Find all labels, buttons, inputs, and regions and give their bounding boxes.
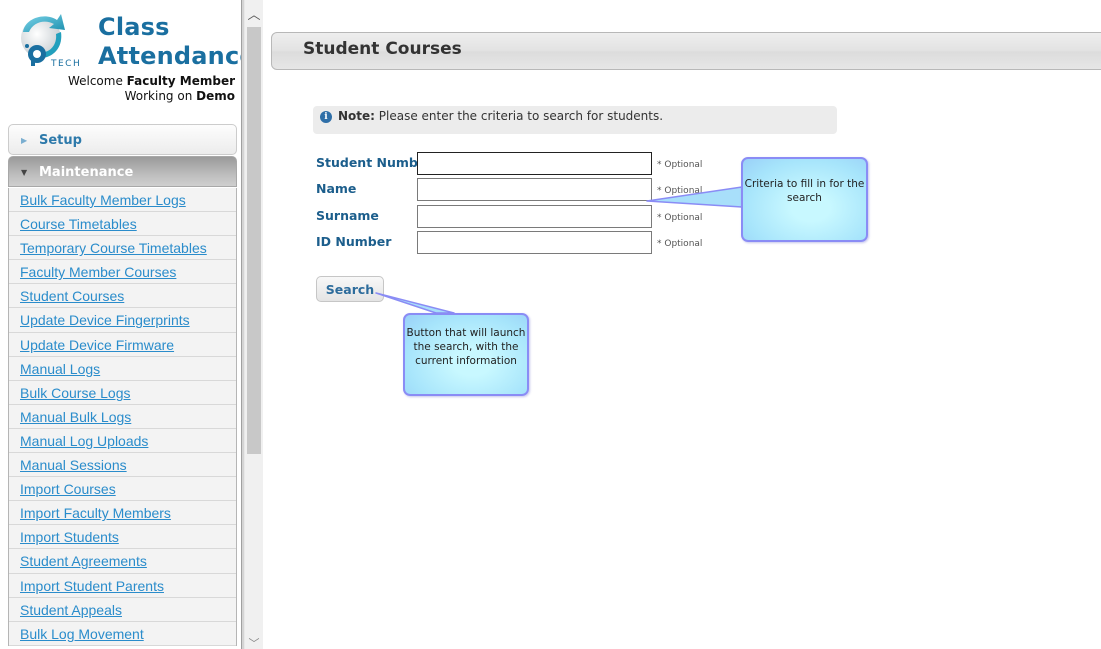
surname-input[interactable] <box>417 205 652 228</box>
scrollbar-thumb[interactable] <box>247 27 261 454</box>
menu-item: Update Device Firmware <box>9 333 236 357</box>
app-title: Class Attendance <box>98 13 243 71</box>
workspace-name: Demo <box>196 88 235 103</box>
menu-item: Faculty Member Courses <box>9 260 236 285</box>
menu-link-manual-log-uploads[interactable]: Manual Log Uploads <box>20 433 148 449</box>
surname-label: Surname <box>316 208 379 223</box>
menu-item: Bulk Log Movement <box>9 622 236 646</box>
menu-item: Import Student Parents <box>9 574 236 598</box>
id-number-input[interactable] <box>417 231 652 254</box>
menu-link-import-courses[interactable]: Import Courses <box>20 481 116 497</box>
menu-item: Manual Sessions <box>9 453 236 478</box>
note-text: Please enter the criteria to search for … <box>374 109 664 123</box>
logo-icon: TECH <box>21 14 81 69</box>
menu-section-label: Setup <box>39 133 82 148</box>
menu-item: Manual Bulk Logs <box>9 405 236 429</box>
menu-link-import-student-parents[interactable]: Import Student Parents <box>20 578 164 594</box>
student-number-input[interactable] <box>417 152 652 175</box>
menu-link-course-timetables[interactable]: Course Timetables <box>20 216 137 232</box>
form-row-surname: Surname * Optional <box>316 205 716 229</box>
menu-item: Import Courses <box>9 477 236 502</box>
page-header-bar: Student Courses <box>271 32 1101 70</box>
user-name: Faculty Member <box>126 74 235 88</box>
menu-link-update-device-firmware[interactable]: Update Device Firmware <box>20 337 174 353</box>
caret-down-icon: ▼ <box>21 168 28 177</box>
menu-item: Import Faculty Members <box>9 501 236 526</box>
page-title: Student Courses <box>303 39 462 59</box>
menu-item: Update Device Fingerprints <box>9 308 236 333</box>
note-box: i Note: Please enter the criteria to sea… <box>313 106 837 134</box>
menu-section-setup[interactable]: ▶ Setup <box>8 124 237 155</box>
menu-item: Manual Logs <box>9 357 236 381</box>
menu-item: Student Appeals <box>9 598 236 622</box>
left-navigation-frame: TECH Class Attendance Welcome Faculty Me… <box>0 0 243 649</box>
student-number-label: Student Number <box>316 155 433 170</box>
menu-link-faculty-member-courses[interactable]: Faculty Member Courses <box>20 264 176 280</box>
vertical-scrollbar[interactable]: ︿ ﹀ <box>245 0 263 649</box>
working-prefix: Working on <box>124 88 197 103</box>
menu-link-import-faculty-members[interactable]: Import Faculty Members <box>20 505 171 521</box>
name-label: Name <box>316 181 357 196</box>
menu-item: Student Courses <box>9 284 236 309</box>
button-callout-pointer <box>375 292 455 314</box>
menu-item: Manual Log Uploads <box>9 429 236 454</box>
menu-link-temporary-course-timetables[interactable]: Temporary Course Timetables <box>20 240 207 256</box>
id-number-label: ID Number <box>316 234 392 249</box>
menu-item: Bulk Faculty Member Logs <box>9 188 236 213</box>
info-icon: i <box>320 111 332 123</box>
app-title-line2: Attendance <box>98 42 243 70</box>
search-button[interactable]: Search <box>316 276 384 302</box>
menu-section-maintenance[interactable]: ▼ Maintenance <box>8 156 237 187</box>
menu-item: Bulk Course Logs <box>9 381 236 405</box>
menu-link-manual-sessions[interactable]: Manual Sessions <box>20 457 127 473</box>
criteria-callout-text: Criteria to fill in for the search <box>744 178 865 204</box>
menu-link-student-courses[interactable]: Student Courses <box>20 288 124 304</box>
optional-hint: * Optional <box>657 213 703 223</box>
form-row-student-number: Student Number * Optional <box>316 152 716 176</box>
iptech-logo: TECH <box>15 10 91 72</box>
name-input[interactable] <box>417 178 652 201</box>
menu-section-label: Maintenance <box>39 165 134 180</box>
app-title-line1: Class <box>98 13 170 41</box>
menu-link-bulk-log-movement[interactable]: Bulk Log Movement <box>20 626 144 642</box>
form-row-name: Name * Optional <box>316 178 716 202</box>
menu-link-bulk-faculty-member-logs[interactable]: Bulk Faculty Member Logs <box>20 192 186 208</box>
form-row-id-number: ID Number * Optional <box>316 231 716 255</box>
menu-link-student-appeals[interactable]: Student Appeals <box>20 602 122 618</box>
caret-right-icon: ▶ <box>21 136 28 145</box>
welcome-prefix: Welcome <box>67 74 127 88</box>
menu-link-import-students[interactable]: Import Students <box>20 529 119 545</box>
optional-hint: * Optional <box>657 186 703 196</box>
menu-item: Course Timetables <box>9 212 236 237</box>
svg-text:TECH: TECH <box>50 59 81 69</box>
scroll-down-arrow-icon[interactable]: ﹀ <box>245 638 263 649</box>
menu-item: Import Students <box>9 525 236 550</box>
search-button-callout: Button that will launch the search, with… <box>403 313 529 396</box>
menu-link-manual-bulk-logs[interactable]: Manual Bulk Logs <box>20 409 131 425</box>
menu-link-student-agreements[interactable]: Student Agreements <box>20 553 147 569</box>
menu-link-bulk-course-logs[interactable]: Bulk Course Logs <box>20 385 131 401</box>
note-label: Note: <box>338 109 375 123</box>
search-button-callout-text: Button that will launch the search, with… <box>406 327 526 367</box>
menu-item: Student Agreements <box>9 549 236 574</box>
menu-link-manual-logs[interactable]: Manual Logs <box>20 361 100 377</box>
maintenance-menu-list: Bulk Faculty Member Logs Course Timetable… <box>8 188 237 646</box>
optional-hint: * Optional <box>657 239 703 249</box>
criteria-callout: Criteria to fill in for the search <box>741 157 868 242</box>
welcome-text: Welcome Faculty Member Working on Demo <box>68 74 235 103</box>
scroll-up-arrow-icon[interactable]: ︿ <box>245 8 263 24</box>
optional-hint: * Optional <box>657 160 703 170</box>
menu-link-update-device-fingerprints[interactable]: Update Device Fingerprints <box>20 312 190 328</box>
menu-item: Temporary Course Timetables <box>9 236 236 261</box>
